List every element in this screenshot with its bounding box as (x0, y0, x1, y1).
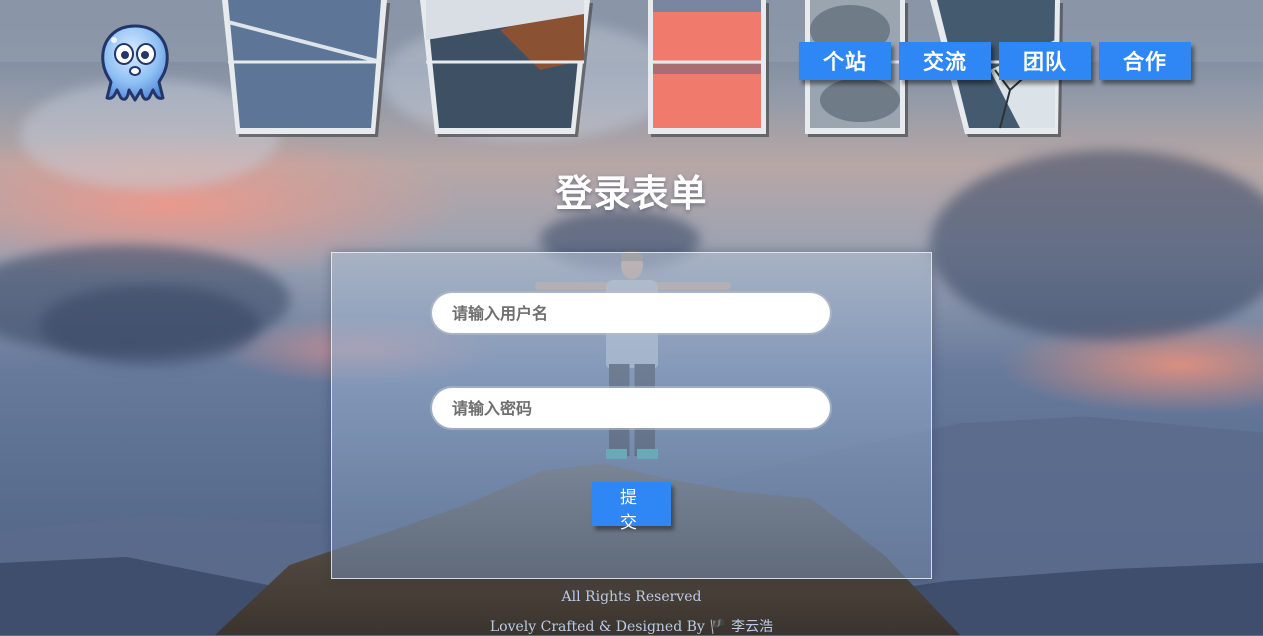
top-nav: 个站 交流 团队 合作 (799, 42, 1191, 80)
login-form: 提 交 (331, 252, 932, 579)
cloud (40, 285, 260, 365)
footer-credit: Lovely Crafted & Designed By 🏴 李云浩 (489, 619, 774, 635)
password-input[interactable] (432, 388, 830, 428)
form-title: 登录表单 (555, 172, 708, 215)
footer-rights: All Rights Reserved (561, 589, 702, 605)
nav-button-personal-site[interactable]: 个站 (799, 42, 891, 80)
nav-button-cooperation[interactable]: 合作 (1099, 42, 1191, 80)
nav-button-team[interactable]: 团队 (999, 42, 1091, 80)
submit-button[interactable]: 提 交 (592, 482, 671, 533)
octopus-icon[interactable] (97, 24, 173, 104)
nav-button-exchange[interactable]: 交流 (899, 42, 991, 80)
username-input[interactable] (432, 293, 830, 333)
